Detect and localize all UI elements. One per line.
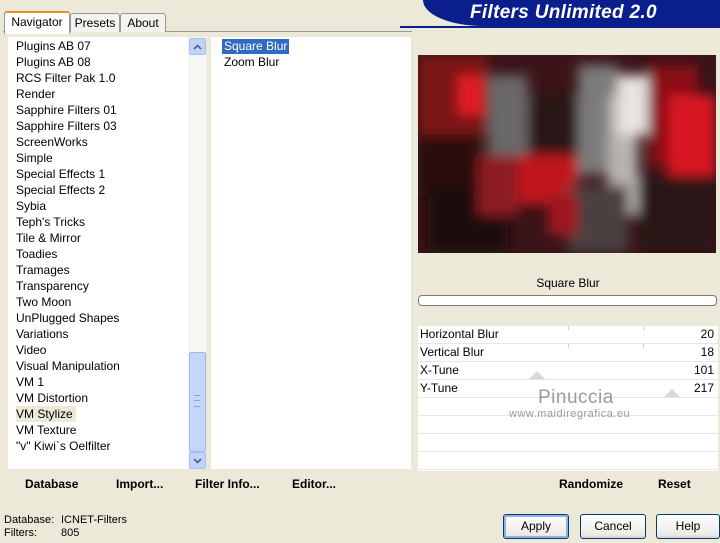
title-banner-line <box>400 26 720 28</box>
slider-marker-icon <box>529 371 545 379</box>
database-button[interactable]: Database <box>25 477 78 491</box>
param-row-empty <box>418 452 718 470</box>
category-item[interactable]: RCS Filter Pak 1.0 <box>16 70 115 86</box>
scroll-grip <box>194 395 200 407</box>
category-item[interactable]: Transparency <box>16 278 89 294</box>
preview-image <box>418 55 716 253</box>
category-item[interactable]: Sapphire Filters 03 <box>16 118 117 134</box>
category-item[interactable]: VM 1 <box>16 374 44 390</box>
category-list[interactable]: Plugins AB 07 Plugins AB 08 RCS Filter Pak… <box>8 37 206 469</box>
category-item[interactable]: Sybia <box>16 198 46 214</box>
randomize-button[interactable]: Randomize <box>559 477 623 491</box>
watermark-site: www.maidiregrafica.eu <box>509 408 631 420</box>
filter-item-zoom-blur[interactable]: Zoom Blur <box>222 55 281 70</box>
editor-button[interactable]: Editor... <box>292 477 336 491</box>
category-item[interactable]: "v" Kiwi`s Oelfilter <box>16 438 111 454</box>
current-filter-name: Square Blur <box>536 276 600 290</box>
category-item[interactable]: Plugins AB 08 <box>16 54 91 70</box>
scroll-down-button[interactable] <box>189 452 206 469</box>
category-item[interactable]: Special Effects 2 <box>16 182 105 198</box>
param-value: 101 <box>693 363 714 377</box>
chevron-down-icon <box>193 457 202 464</box>
category-item[interactable]: Visual Manipulation <box>16 358 120 374</box>
scroll-up-button[interactable] <box>189 38 206 55</box>
param-value: 18 <box>700 345 714 359</box>
category-item[interactable]: Tramages <box>16 262 70 278</box>
param-row-empty <box>418 434 718 452</box>
chevron-up-icon <box>193 43 202 50</box>
status-database-label: Database: <box>4 514 55 526</box>
param-value: 217 <box>693 381 714 395</box>
watermark-name: Pinuccia <box>538 387 614 408</box>
param-label: Y-Tune <box>420 381 458 395</box>
category-item[interactable]: Two Moon <box>16 294 71 310</box>
category-item[interactable]: UnPlugged Shapes <box>16 310 119 326</box>
category-item[interactable]: VM Texture <box>16 422 76 438</box>
reset-button[interactable]: Reset <box>658 477 691 491</box>
category-item[interactable]: Render <box>16 86 55 102</box>
status-filters-value: 805 <box>61 527 80 539</box>
slider-marker-icon <box>664 389 680 397</box>
category-item[interactable]: Toadies <box>16 246 57 262</box>
category-item[interactable]: Video <box>16 342 46 358</box>
category-item[interactable]: Plugins AB 07 <box>16 38 91 54</box>
param-label: Horizontal Blur <box>420 327 499 341</box>
tab-presets[interactable]: Presets <box>70 13 120 32</box>
app-title: Filters Unlimited 2.0 <box>470 2 657 23</box>
category-item[interactable]: VM Distortion <box>16 390 88 406</box>
category-item[interactable]: Special Effects 1 <box>16 166 105 182</box>
param-label: X-Tune <box>420 363 459 377</box>
param-label: Vertical Blur <box>420 345 485 359</box>
help-button[interactable]: Help <box>656 514 720 539</box>
category-item[interactable]: Simple <box>16 150 53 166</box>
import-button[interactable]: Import... <box>116 477 163 491</box>
tab-about[interactable]: About <box>120 13 166 32</box>
scroll-grip-line <box>194 400 200 401</box>
category-item[interactable]: Teph's Tricks <box>16 214 85 230</box>
tab-navigator[interactable]: Navigator <box>4 11 70 34</box>
param-value: 20 <box>700 327 714 341</box>
cancel-button[interactable]: Cancel <box>580 514 646 539</box>
filter-list[interactable] <box>211 37 411 469</box>
param-row-horizontal-blur[interactable]: Horizontal Blur 20 <box>418 326 718 344</box>
category-item[interactable]: Variations <box>16 326 68 342</box>
category-item[interactable]: VM Stylize <box>16 406 76 422</box>
param-row-x-tune[interactable]: X-Tune 101 <box>418 362 718 380</box>
filter-info-button[interactable]: Filter Info... <box>195 477 260 491</box>
status-filters-label: Filters: <box>4 527 37 539</box>
category-item[interactable]: ScreenWorks <box>16 134 88 150</box>
filter-item-square-blur[interactable]: Square Blur <box>222 39 290 54</box>
status-database-value: ICNET-Filters <box>61 514 127 526</box>
category-item[interactable]: Tile & Mirror <box>16 230 81 246</box>
progress-bar <box>418 295 717 306</box>
param-row-vertical-blur[interactable]: Vertical Blur 18 <box>418 344 718 362</box>
category-item[interactable]: Sapphire Filters 01 <box>16 102 117 118</box>
apply-button[interactable]: Apply <box>503 514 569 539</box>
